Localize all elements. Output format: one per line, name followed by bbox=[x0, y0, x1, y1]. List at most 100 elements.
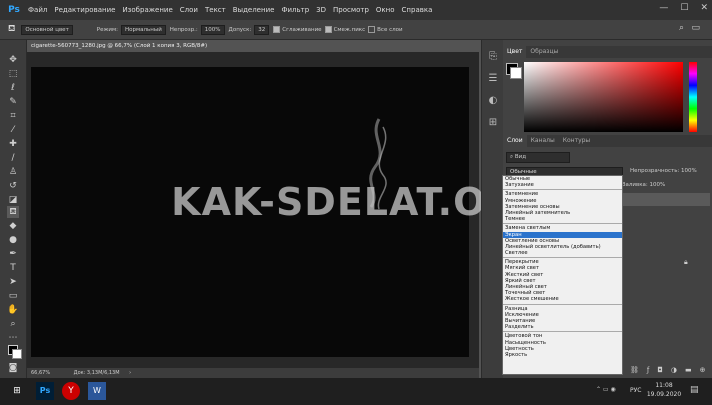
paint-bucket-tool-icon[interactable]: ⛾ bbox=[7, 206, 19, 218]
zoom-tool-icon[interactable]: ⌕ bbox=[7, 318, 19, 330]
quick-mask-icon[interactable]: ◙ bbox=[7, 362, 19, 374]
status-arrow-icon[interactable]: › bbox=[129, 370, 131, 376]
rectangle-tool-icon[interactable]: ▭ bbox=[7, 290, 19, 302]
zoom-level[interactable]: 66,67% bbox=[31, 370, 50, 376]
hue-slider[interactable] bbox=[689, 62, 697, 132]
blend-option[interactable]: Светлее bbox=[503, 250, 622, 256]
maximize-button[interactable]: ☐ bbox=[680, 3, 688, 13]
tab-channels[interactable]: Каналы bbox=[527, 135, 559, 147]
menu-item-10[interactable]: Справка bbox=[402, 6, 433, 14]
layer-fill-text: Заливка: bbox=[622, 182, 648, 188]
tray-icons[interactable]: ⌃ ▭ ◉ bbox=[596, 386, 616, 393]
notifications-icon[interactable]: ▤ bbox=[690, 385, 699, 395]
layer-opacity-text: Непрозрачность: bbox=[630, 168, 680, 174]
adjustment-icon[interactable]: ◑ bbox=[671, 366, 677, 374]
clock[interactable]: 11:08 19.09.2020 bbox=[646, 381, 682, 399]
menu-item-0[interactable]: Файл bbox=[28, 6, 47, 14]
document-tab[interactable]: cigarette-560773_1280.jpg @ 66,7% (Слой … bbox=[27, 40, 211, 61]
word-icon[interactable]: W bbox=[88, 382, 106, 400]
pen-tool-icon[interactable]: ✒ bbox=[7, 248, 19, 260]
all-layers-checkbox[interactable] bbox=[368, 26, 376, 33]
history-panel-icon[interactable]: ⎘ bbox=[486, 50, 500, 64]
color-panel-tabs: Цвет Образцы bbox=[503, 46, 712, 58]
quick-select-tool-icon[interactable]: ✎ bbox=[7, 96, 19, 108]
menu-item-6[interactable]: Фильтр bbox=[281, 6, 309, 14]
libraries-panel-icon[interactable]: ⊞ bbox=[486, 116, 500, 130]
antialias-checkbox[interactable] bbox=[273, 26, 281, 33]
folder-icon[interactable]: ▬ bbox=[685, 366, 692, 374]
layer-filter-select[interactable]: ⌕ Вид bbox=[506, 152, 570, 163]
hand-tool-icon[interactable]: ✋ bbox=[7, 304, 19, 316]
search-icon[interactable]: ⌕ bbox=[679, 23, 684, 33]
tab-swatches[interactable]: Образцы bbox=[526, 46, 562, 58]
layer-row[interactable] bbox=[622, 193, 710, 206]
blend-option[interactable]: Жесткое смешение bbox=[503, 296, 622, 302]
windows-start-icon[interactable]: ⊞ bbox=[8, 382, 26, 400]
yandex-browser-icon[interactable]: Y bbox=[62, 382, 80, 400]
blend-option[interactable]: Яркость bbox=[503, 352, 622, 358]
adjustments-panel-icon[interactable]: ◐ bbox=[486, 94, 500, 108]
mask-icon[interactable]: ◘ bbox=[657, 366, 663, 374]
taskbar: ⊞ Ps Y W ⌃ ▭ ◉ РУС 11:08 19.09.2020 ▤ bbox=[0, 378, 712, 405]
keyboard-language[interactable]: РУС bbox=[630, 387, 641, 394]
menu-item-2[interactable]: Изображение bbox=[122, 6, 172, 14]
mode-select[interactable]: Нормальный bbox=[121, 24, 166, 35]
new-layer-icon[interactable]: ⊕ bbox=[700, 366, 706, 374]
blur-tool-icon[interactable]: ◆ bbox=[7, 220, 19, 232]
photoshop-logo: Ps bbox=[8, 5, 20, 15]
stamp-tool-icon[interactable]: ♙ bbox=[7, 166, 19, 178]
eraser-tool-icon[interactable]: ◪ bbox=[7, 194, 19, 206]
menu-item-5[interactable]: Выделение bbox=[233, 6, 275, 14]
history-brush-tool-icon[interactable]: ↺ bbox=[7, 180, 19, 192]
contiguous-checkbox[interactable] bbox=[324, 26, 332, 33]
layer-fill-input[interactable]: 100% bbox=[650, 182, 666, 188]
opacity-input[interactable]: 100% bbox=[200, 24, 225, 35]
workspace-icon[interactable]: ▭ bbox=[691, 23, 700, 33]
blend-option[interactable]: Темнее bbox=[503, 216, 622, 222]
layer-opacity-input[interactable]: 100% bbox=[681, 168, 697, 174]
background-color-swatch[interactable] bbox=[12, 349, 22, 359]
menu-item-1[interactable]: Редактирование bbox=[54, 6, 115, 14]
photoshop-taskbar-icon[interactable]: Ps bbox=[36, 382, 54, 400]
more-tools-icon[interactable]: ⋯ bbox=[7, 332, 19, 344]
marquee-tool-icon[interactable]: ⬚ bbox=[7, 68, 19, 80]
link-icon[interactable]: ⛓ bbox=[630, 366, 639, 374]
close-button[interactable]: ✕ bbox=[700, 3, 708, 13]
fx-icon[interactable]: ƒ bbox=[647, 366, 649, 374]
menu-item-3[interactable]: Слои bbox=[180, 6, 198, 14]
tab-paths[interactable]: Контуры bbox=[559, 135, 594, 147]
brush-tool-icon[interactable]: / bbox=[7, 152, 19, 164]
panel-background-swatch[interactable] bbox=[510, 67, 522, 79]
minimize-button[interactable]: — bbox=[659, 3, 668, 13]
collapsed-panels-strip: ⎘ ☰ ◐ ⊞ bbox=[481, 40, 504, 378]
menu-item-7[interactable]: 3D bbox=[316, 6, 326, 14]
eyedropper-tool-icon[interactable]: ⁄ bbox=[7, 124, 19, 136]
blend-separator bbox=[503, 303, 622, 305]
move-tool-icon[interactable]: ✥ bbox=[7, 54, 19, 66]
color-picker-field[interactable] bbox=[524, 62, 683, 132]
clock-date: 19.09.2020 bbox=[646, 391, 682, 398]
blend-option[interactable]: Затухание bbox=[503, 182, 622, 188]
fill-source-select[interactable]: Основной цвет bbox=[21, 24, 73, 35]
menu-item-8[interactable]: Просмотр bbox=[333, 6, 369, 14]
path-select-tool-icon[interactable]: ➤ bbox=[7, 276, 19, 288]
menu-item-4[interactable]: Текст bbox=[205, 6, 226, 14]
paint-bucket-icon[interactable]: ⛾ bbox=[8, 24, 15, 35]
tolerance-input[interactable]: 32 bbox=[254, 24, 270, 35]
window-controls: — ☐ ✕ bbox=[659, 3, 708, 13]
tools-panel: ✥ ⬚ ℓ ✎ ⌗ ⁄ ✚ / ♙ ↺ ◪ ⛾ ◆ ● ✒ T ➤ ▭ ✋ ⌕ … bbox=[0, 40, 27, 378]
type-tool-icon[interactable]: T bbox=[7, 262, 19, 274]
tolerance-label: Допуск: bbox=[228, 26, 252, 33]
lock-icon: 🔒︎ bbox=[684, 258, 688, 266]
doc-size: Док: 3,13M/6,13M bbox=[73, 370, 120, 376]
crop-tool-icon[interactable]: ⌗ bbox=[7, 110, 19, 122]
properties-panel-icon[interactable]: ☰ bbox=[486, 72, 500, 86]
menu-item-9[interactable]: Окно bbox=[376, 6, 395, 14]
contiguous-label: Смеж.пикс bbox=[333, 26, 366, 33]
tab-color[interactable]: Цвет bbox=[503, 46, 527, 58]
tab-layers[interactable]: Слои bbox=[503, 135, 527, 147]
healing-tool-icon[interactable]: ✚ bbox=[7, 138, 19, 150]
lasso-tool-icon[interactable]: ℓ bbox=[7, 82, 19, 94]
dodge-tool-icon[interactable]: ● bbox=[7, 234, 19, 246]
blend-option[interactable]: Разделить bbox=[503, 324, 622, 330]
